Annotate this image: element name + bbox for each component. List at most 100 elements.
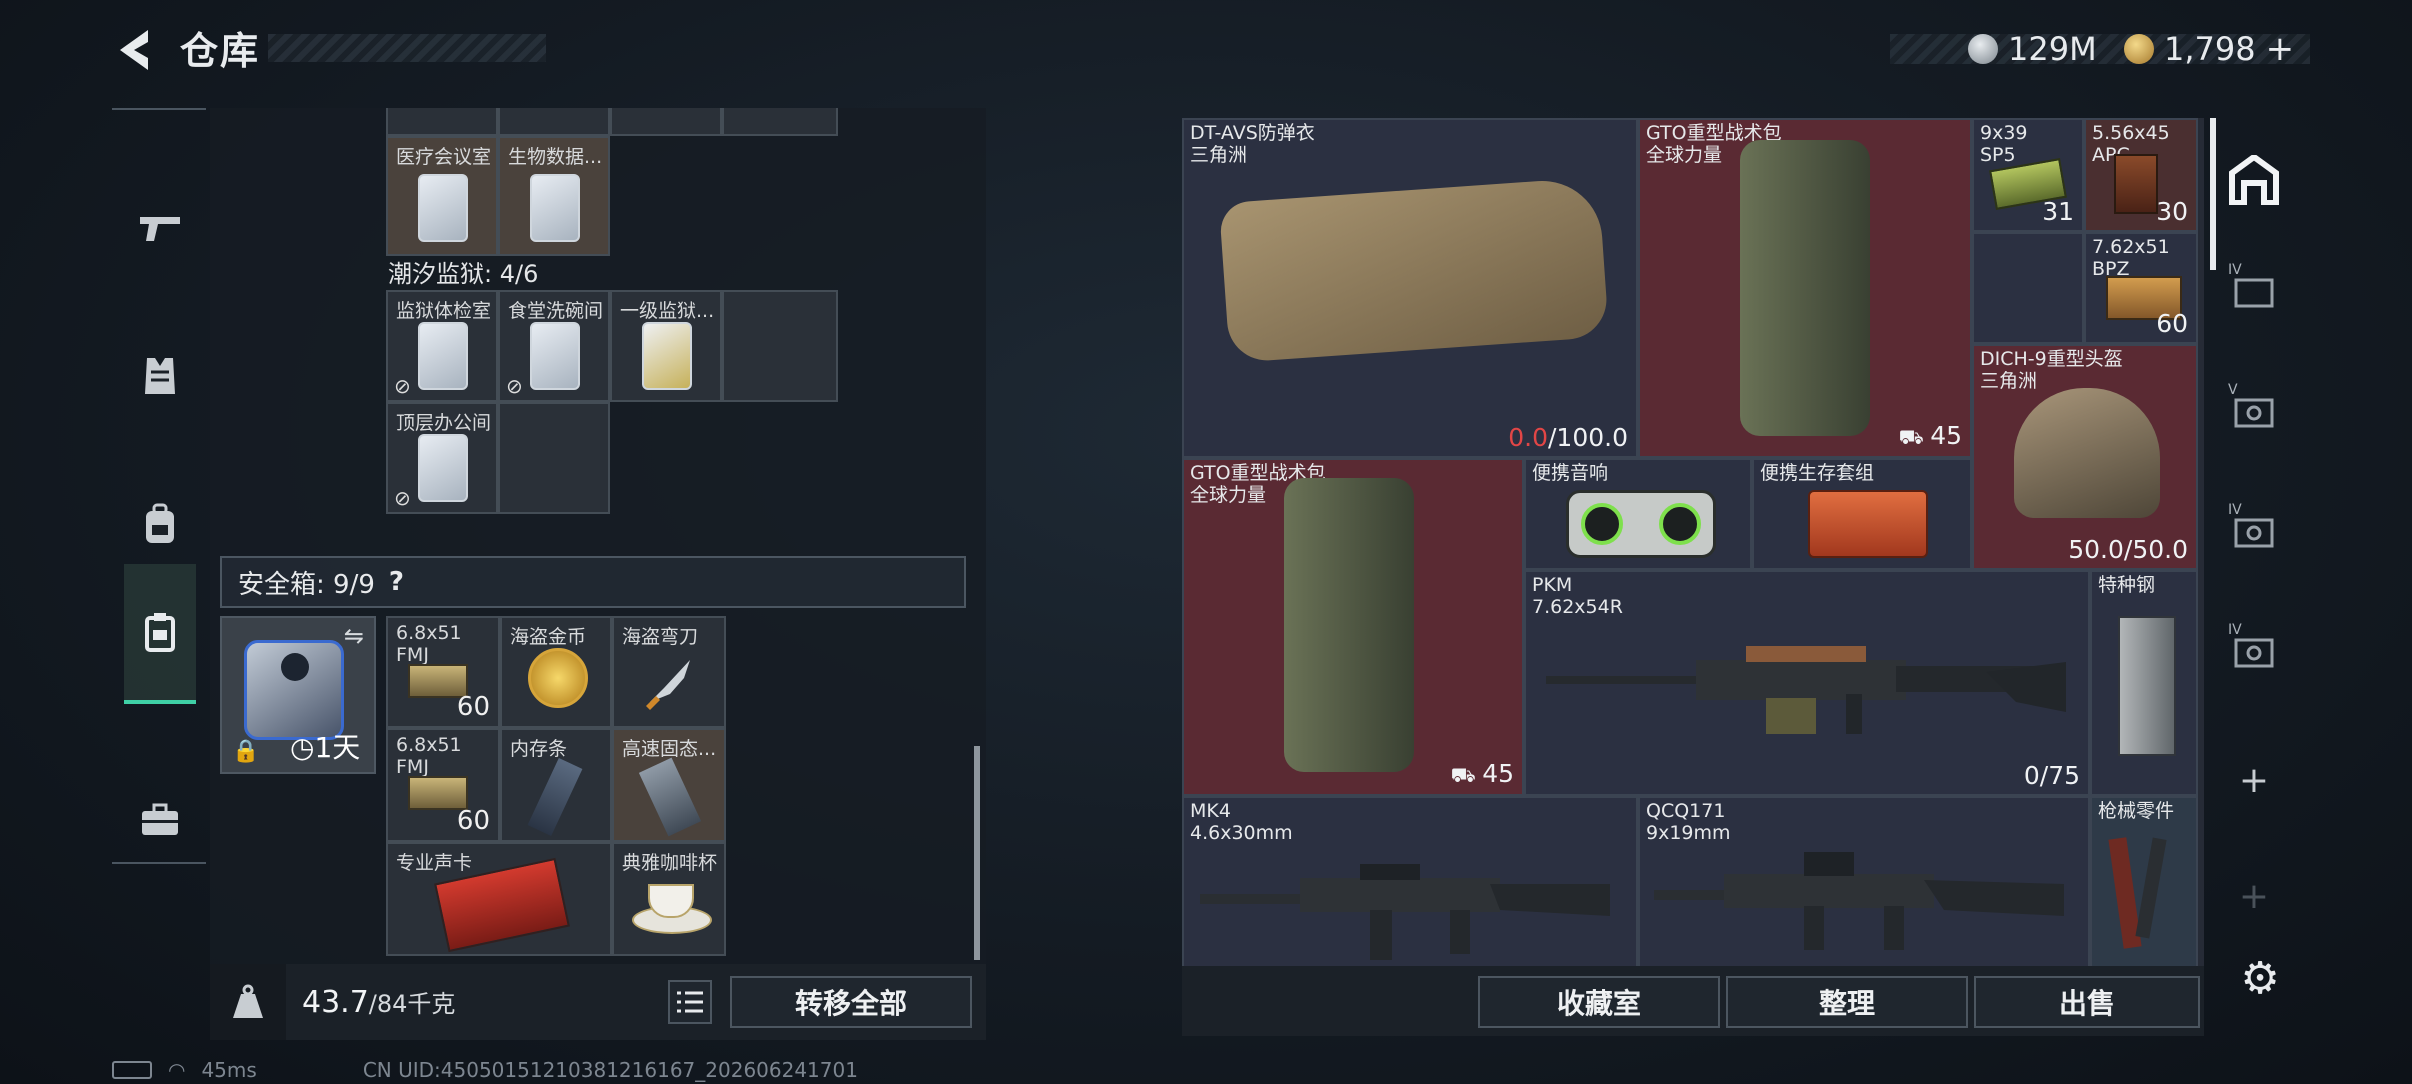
back-icon[interactable] [112, 24, 156, 76]
inventory-item[interactable]: 便携生存套组 [1752, 458, 1972, 570]
keycard-icon [642, 322, 692, 390]
safe-item-slot[interactable]: 专业声卡 [386, 842, 612, 956]
add-currency-icon[interactable]: + [2266, 29, 2295, 69]
inventory-item[interactable]: 9x39 SP5 31 [1972, 118, 2084, 232]
survival-kit-icon [1808, 490, 1928, 558]
nav-warehouse[interactable] [2222, 148, 2286, 212]
tier-label: IV [2228, 262, 2242, 278]
keycard-slot[interactable]: 监狱体检室 ⊘ [386, 290, 498, 402]
item-label: DICH-9重型头盔 三角洲 [1980, 348, 2123, 392]
safe-item-slot[interactable]: 6.8x51 FMJ 60 [386, 728, 500, 842]
inventory-panel: DT-AVS防弹衣 三角洲 0.0/100.0 GTO重型战术包 全球力量 ⛟ … [1182, 118, 2204, 966]
currency-silver-value: 129M [2008, 30, 2097, 68]
nav-container-3[interactable]: IV [2222, 498, 2286, 562]
item-label: 食堂洗碗间 [508, 300, 604, 322]
inventory-item[interactable]: MK4 4.6x30mm [1182, 796, 1638, 966]
nav-weapons[interactable] [124, 158, 196, 298]
nav-armor[interactable] [124, 306, 196, 446]
safe-item-slot[interactable]: 内存条 [500, 728, 612, 842]
keycard-slot[interactable]: 顶层办公间 ⊘ [386, 402, 498, 514]
weight-bar: 43.7/84千克 转移全部 [210, 964, 986, 1040]
safe-item-slot[interactable]: 高速固态... [612, 728, 726, 842]
item-label: MK4 4.6x30mm [1190, 800, 1293, 844]
speaker-icon [1566, 490, 1716, 558]
status-bar: ◠ 45ms CN UID:4505015121038121616​7_2026… [112, 1058, 858, 1082]
safe-box-icon [145, 613, 175, 652]
inventory-item[interactable]: 特种钢 [2090, 570, 2198, 796]
weight-icon [233, 984, 263, 1018]
item-slot-partial[interactable] [498, 108, 610, 136]
item-label: 海盗金币 [510, 626, 587, 648]
item-label: 6.8x51 FMJ [396, 622, 462, 666]
nav-container-1[interactable]: IV [2222, 258, 2286, 322]
list-view-button[interactable] [668, 980, 712, 1024]
item-label: PKM 7.62x54R [1532, 574, 1623, 618]
left-category-nav [112, 108, 206, 864]
keycard-slot[interactable]: 医疗会议室 [386, 136, 498, 256]
safe-box-slot[interactable]: ⇋ 🔒 ◷1天 [220, 616, 376, 774]
safe-item-slot[interactable]: 6.8x51 FMJ 60 [386, 616, 500, 728]
no-transfer-icon: ⊘ [506, 374, 523, 398]
transfer-all-button[interactable]: 转移全部 [730, 976, 972, 1028]
keycard-slot[interactable]: 一级监狱... [610, 290, 722, 402]
tier-label: IV [2228, 622, 2242, 638]
collection-room-button[interactable]: 收藏室 [1478, 976, 1720, 1028]
safe-item-slot[interactable]: 海盗金币 [500, 616, 612, 728]
item-label: 便携音响 [1532, 462, 1609, 484]
safe-box-icon [244, 640, 344, 740]
inventory-item[interactable]: GTO重型战术包 全球力量 ⛟ 45 [1182, 458, 1524, 796]
add-container-disabled-icon: + [2238, 875, 2270, 917]
title-decoration [268, 34, 546, 62]
lock-icon: 🔒 [232, 739, 260, 764]
item-label: 特种钢 [2098, 574, 2156, 596]
ram-stick-icon [527, 757, 583, 837]
inventory-item[interactable]: 5.56x45 APC 30 [2084, 118, 2198, 232]
nav-container[interactable] [124, 564, 196, 704]
inventory-item[interactable]: DT-AVS防弹衣 三角洲 0.0/100.0 [1182, 118, 1638, 458]
settings-gear-icon[interactable]: ⚙ [2236, 953, 2284, 1004]
safe-item-slot[interactable]: 海盗弯刀 [612, 616, 726, 728]
item-slot-partial[interactable] [386, 108, 498, 136]
help-icon[interactable]: ? [389, 567, 404, 597]
safe-item-slot[interactable]: 典雅咖啡杯 [612, 842, 726, 956]
item-slot-partial[interactable] [722, 108, 838, 136]
item-slot-partial[interactable] [610, 108, 722, 136]
warehouse-icon [2229, 155, 2279, 205]
inventory-item[interactable]: QCQ171 9x19mm [1638, 796, 2090, 966]
sell-button[interactable]: 出售 [1974, 976, 2200, 1028]
empty-slot[interactable] [722, 290, 838, 402]
inventory-item[interactable]: DICH-9重型头盔 三角洲 50.0/50.0 [1972, 344, 2198, 570]
add-container-icon[interactable]: + [2222, 748, 2286, 812]
inventory-item[interactable]: 枪械零件 [2090, 796, 2198, 966]
keycard-slot[interactable]: 生物数据... [498, 136, 610, 256]
empty-slot[interactable] [1972, 232, 2084, 344]
inventory-item[interactable]: PKM 7.62x54R 0/75 [1524, 570, 2090, 796]
item-count: 30 [2156, 197, 2188, 226]
item-label: 一级监狱... [620, 300, 715, 322]
tier-label: IV [2228, 502, 2242, 518]
ammo-count: 0/75 [2023, 761, 2080, 790]
inventory-item[interactable]: 便携音响 [1524, 458, 1752, 570]
gun-parts-icon-b [2135, 837, 2167, 939]
ping-value: 45ms [201, 1058, 257, 1082]
nav-briefcase[interactable] [124, 750, 196, 890]
nav-container-2[interactable]: V [2222, 378, 2286, 442]
item-label: 生物数据... [508, 146, 603, 168]
organize-button[interactable]: 整理 [1726, 976, 1968, 1028]
item-label: 顶层办公间 [396, 412, 492, 434]
item-count: 31 [2042, 197, 2074, 226]
safe-box-title: 安全箱: 9/9 [238, 569, 375, 600]
keycard-icon [530, 174, 580, 242]
nav-container-4[interactable]: IV [2222, 618, 2286, 682]
swap-icon[interactable]: ⇋ [344, 622, 364, 650]
inventory-item[interactable]: GTO重型战术包 全球力量 ⛟ 45 [1638, 118, 1972, 458]
empty-slot[interactable] [498, 402, 610, 514]
page-title: 仓库 [180, 29, 261, 73]
item-label: 6.8x51 FMJ [396, 734, 462, 778]
currency-gold[interactable]: 1,798 + [2124, 28, 2294, 70]
machete-icon [646, 660, 690, 710]
left-scrollbar[interactable] [974, 746, 980, 960]
keycard-slot[interactable]: 食堂洗碗间 ⊘ [498, 290, 610, 402]
inventory-item[interactable]: 7.62x51 BPZ 60 [2084, 232, 2198, 344]
gold-coin-icon [2124, 34, 2154, 64]
